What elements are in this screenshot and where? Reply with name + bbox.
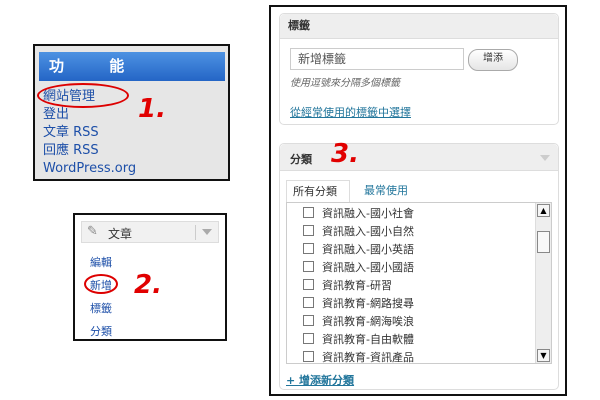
pushpin-icon: ✎ bbox=[87, 224, 98, 239]
category-label: 資訊融入-國小英語 bbox=[322, 243, 414, 256]
highlight-circle-site-admin bbox=[37, 83, 129, 108]
scroll-down-arrow-icon[interactable]: ▼ bbox=[537, 349, 550, 362]
chevron-down-icon[interactable] bbox=[202, 229, 212, 235]
category-checkbox[interactable] bbox=[303, 351, 314, 362]
category-item[interactable]: 資訊融入-國小社會 bbox=[303, 205, 414, 221]
category-label: 資訊教育-資訊產品 bbox=[322, 351, 414, 364]
chevron-down-icon[interactable] bbox=[540, 155, 550, 161]
category-item[interactable]: 資訊教育-網路搜尋 bbox=[303, 295, 414, 311]
categories-box: 分類 所有分類 最常使用 資訊融入-國小社會 資訊融入-國小自然 資訊融入-國小… bbox=[279, 143, 559, 390]
category-checkbox[interactable] bbox=[303, 243, 314, 254]
category-checklist: 資訊融入-國小社會 資訊融入-國小自然 資訊融入-國小英語 資訊融入-國小國語 … bbox=[286, 202, 552, 364]
choose-popular-tags-link[interactable]: 從經常使用的標籤中選擇 bbox=[290, 104, 411, 120]
posts-submenu: 編輯 新增 標籤 分類 bbox=[90, 251, 112, 343]
tab-most-used[interactable]: 最常使用 bbox=[358, 180, 418, 202]
category-label: 資訊教育-研習 bbox=[322, 279, 392, 292]
category-checkbox[interactable] bbox=[303, 315, 314, 326]
posts-menu-title: 文章 bbox=[108, 227, 133, 241]
step-1-label: 1. bbox=[138, 94, 166, 124]
category-label: 資訊融入-國小社會 bbox=[322, 207, 414, 220]
category-item[interactable]: 資訊教育-資訊產品 bbox=[303, 349, 414, 364]
link-posts-rss[interactable]: 文章 RSS bbox=[43, 124, 136, 142]
scroll-up-arrow-icon[interactable]: ▲ bbox=[537, 204, 550, 217]
add-tag-button[interactable]: 增添 bbox=[468, 49, 518, 71]
category-checkbox[interactable] bbox=[303, 333, 314, 344]
category-label: 資訊教育-網海唉浪 bbox=[322, 315, 414, 328]
categories-box-title: 分類 bbox=[290, 153, 312, 166]
category-checkbox[interactable] bbox=[303, 297, 314, 308]
step-3-label: 3. bbox=[331, 139, 359, 169]
tags-box-title: 標籤 bbox=[280, 14, 558, 39]
category-label: 資訊教育-自由軟體 bbox=[322, 333, 414, 346]
step-2-label: 2. bbox=[134, 270, 162, 300]
highlight-circle-add-new bbox=[84, 274, 118, 294]
category-label: 資訊融入-國小自然 bbox=[322, 225, 414, 238]
category-item[interactable]: 資訊教育-網海唉浪 bbox=[303, 313, 414, 329]
posts-menu-header[interactable]: ✎ 文章 bbox=[81, 221, 219, 243]
category-checkbox[interactable] bbox=[303, 225, 314, 236]
category-item[interactable]: 資訊教育-自由軟體 bbox=[303, 331, 414, 347]
tag-input[interactable]: 新增標籤 bbox=[290, 48, 464, 70]
header-divider bbox=[195, 225, 196, 240]
tag-hint-text: 使用逗號來分隔多個標籤 bbox=[290, 78, 400, 89]
category-label: 資訊教育-網路搜尋 bbox=[322, 297, 414, 310]
submenu-tags[interactable]: 標籤 bbox=[90, 297, 112, 320]
category-checkbox[interactable] bbox=[303, 279, 314, 290]
post-editor-sidebar: 標籤 新增標籤 增添 使用逗號來分隔多個標籤 從經常使用的標籤中選擇 分類 所有… bbox=[269, 5, 567, 396]
tab-all-categories[interactable]: 所有分類 bbox=[286, 180, 350, 202]
category-label: 資訊融入-國小國語 bbox=[322, 261, 414, 274]
submenu-categories[interactable]: 分類 bbox=[90, 320, 112, 343]
submenu-edit[interactable]: 編輯 bbox=[90, 251, 112, 274]
category-checkbox[interactable] bbox=[303, 261, 314, 272]
category-list-scrollbar[interactable]: ▲ ▼ bbox=[535, 203, 551, 363]
link-wordpress-org[interactable]: WordPress.org bbox=[43, 160, 136, 178]
category-item[interactable]: 資訊融入-國小國語 bbox=[303, 259, 414, 275]
link-logout[interactable]: 登出 bbox=[43, 106, 136, 124]
category-checkbox[interactable] bbox=[303, 207, 314, 218]
functions-widget: 功 能 網站管理 登出 文章 RSS 回應 RSS WordPress.org bbox=[33, 44, 230, 181]
functions-widget-title: 功 能 bbox=[39, 52, 225, 81]
category-item[interactable]: 資訊教育-研習 bbox=[303, 277, 392, 293]
category-item[interactable]: 資訊融入-國小自然 bbox=[303, 223, 414, 239]
category-item[interactable]: 資訊融入-國小英語 bbox=[303, 241, 414, 257]
tags-box: 標籤 新增標籤 增添 使用逗號來分隔多個標籤 從經常使用的標籤中選擇 bbox=[279, 13, 559, 125]
link-comments-rss[interactable]: 回應 RSS bbox=[43, 142, 136, 160]
categories-box-header[interactable]: 分類 bbox=[280, 144, 558, 171]
scrollbar-thumb[interactable] bbox=[537, 231, 550, 253]
add-new-category-link[interactable]: + 增添新分類 bbox=[286, 372, 354, 388]
